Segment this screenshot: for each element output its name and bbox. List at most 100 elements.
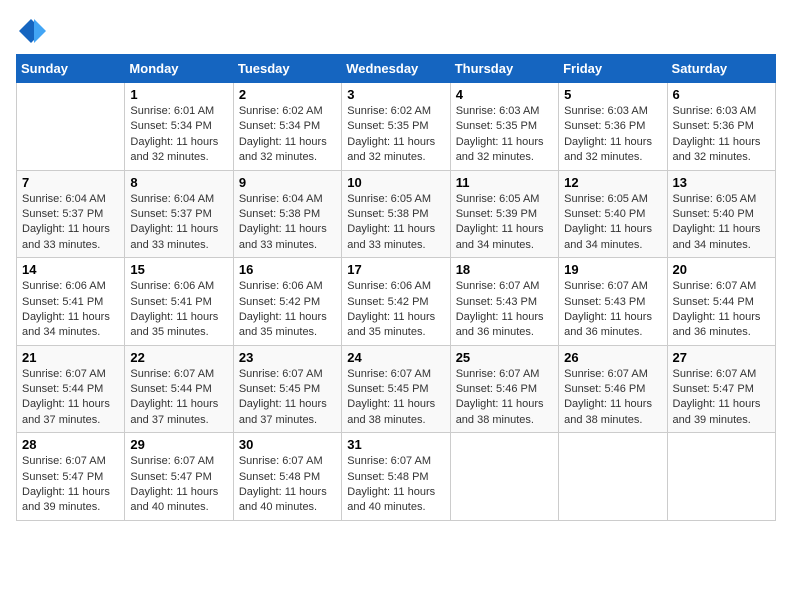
calendar-cell: 27 Sunrise: 6:07 AM Sunset: 5:47 PM Dayl… (667, 345, 775, 433)
day-number: 8 (130, 175, 227, 190)
calendar-cell: 17 Sunrise: 6:06 AM Sunset: 5:42 PM Dayl… (342, 258, 450, 346)
day-number: 17 (347, 262, 444, 277)
calendar-cell: 12 Sunrise: 6:05 AM Sunset: 5:40 PM Dayl… (559, 170, 667, 258)
day-info: Sunrise: 6:06 AM Sunset: 5:42 PM Dayligh… (239, 279, 336, 341)
calendar-cell: 24 Sunrise: 6:07 AM Sunset: 5:45 PM Dayl… (342, 345, 450, 433)
day-info: Sunrise: 6:07 AM Sunset: 5:47 PM Dayligh… (673, 367, 770, 429)
calendar-cell (17, 83, 125, 171)
calendar-cell: 13 Sunrise: 6:05 AM Sunset: 5:40 PM Dayl… (667, 170, 775, 258)
logo-icon (16, 16, 46, 46)
day-info: Sunrise: 6:02 AM Sunset: 5:35 PM Dayligh… (347, 104, 444, 166)
day-info: Sunrise: 6:02 AM Sunset: 5:34 PM Dayligh… (239, 104, 336, 166)
day-number: 11 (456, 175, 553, 190)
calendar-body: 1 Sunrise: 6:01 AM Sunset: 5:34 PM Dayli… (17, 83, 776, 521)
calendar-cell: 31 Sunrise: 6:07 AM Sunset: 5:48 PM Dayl… (342, 433, 450, 521)
day-info: Sunrise: 6:07 AM Sunset: 5:47 PM Dayligh… (22, 454, 119, 516)
day-number: 18 (456, 262, 553, 277)
calendar-cell: 15 Sunrise: 6:06 AM Sunset: 5:41 PM Dayl… (125, 258, 233, 346)
day-number: 25 (456, 350, 553, 365)
day-info: Sunrise: 6:04 AM Sunset: 5:38 PM Dayligh… (239, 192, 336, 254)
day-info: Sunrise: 6:06 AM Sunset: 5:41 PM Dayligh… (130, 279, 227, 341)
day-number: 2 (239, 87, 336, 102)
day-info: Sunrise: 6:07 AM Sunset: 5:44 PM Dayligh… (673, 279, 770, 341)
calendar-cell: 20 Sunrise: 6:07 AM Sunset: 5:44 PM Dayl… (667, 258, 775, 346)
calendar-cell (559, 433, 667, 521)
day-number: 27 (673, 350, 770, 365)
day-info: Sunrise: 6:07 AM Sunset: 5:46 PM Dayligh… (564, 367, 661, 429)
day-info: Sunrise: 6:07 AM Sunset: 5:46 PM Dayligh… (456, 367, 553, 429)
day-number: 3 (347, 87, 444, 102)
day-info: Sunrise: 6:06 AM Sunset: 5:41 PM Dayligh… (22, 279, 119, 341)
day-number: 5 (564, 87, 661, 102)
day-number: 14 (22, 262, 119, 277)
page-header (16, 16, 776, 46)
calendar-cell (450, 433, 558, 521)
day-number: 10 (347, 175, 444, 190)
day-number: 4 (456, 87, 553, 102)
calendar-cell: 1 Sunrise: 6:01 AM Sunset: 5:34 PM Dayli… (125, 83, 233, 171)
day-info: Sunrise: 6:07 AM Sunset: 5:47 PM Dayligh… (130, 454, 227, 516)
day-number: 21 (22, 350, 119, 365)
weekday-header-row: SundayMondayTuesdayWednesdayThursdayFrid… (17, 55, 776, 83)
calendar-cell: 7 Sunrise: 6:04 AM Sunset: 5:37 PM Dayli… (17, 170, 125, 258)
calendar-cell: 28 Sunrise: 6:07 AM Sunset: 5:47 PM Dayl… (17, 433, 125, 521)
calendar-cell: 11 Sunrise: 6:05 AM Sunset: 5:39 PM Dayl… (450, 170, 558, 258)
calendar-cell: 26 Sunrise: 6:07 AM Sunset: 5:46 PM Dayl… (559, 345, 667, 433)
calendar-cell: 21 Sunrise: 6:07 AM Sunset: 5:44 PM Dayl… (17, 345, 125, 433)
weekday-header-saturday: Saturday (667, 55, 775, 83)
calendar-table: SundayMondayTuesdayWednesdayThursdayFrid… (16, 54, 776, 521)
week-row-2: 7 Sunrise: 6:04 AM Sunset: 5:37 PM Dayli… (17, 170, 776, 258)
week-row-3: 14 Sunrise: 6:06 AM Sunset: 5:41 PM Dayl… (17, 258, 776, 346)
weekday-header-sunday: Sunday (17, 55, 125, 83)
day-number: 26 (564, 350, 661, 365)
day-info: Sunrise: 6:04 AM Sunset: 5:37 PM Dayligh… (130, 192, 227, 254)
day-info: Sunrise: 6:01 AM Sunset: 5:34 PM Dayligh… (130, 104, 227, 166)
weekday-header-wednesday: Wednesday (342, 55, 450, 83)
day-number: 13 (673, 175, 770, 190)
calendar-cell: 2 Sunrise: 6:02 AM Sunset: 5:34 PM Dayli… (233, 83, 341, 171)
day-number: 7 (22, 175, 119, 190)
calendar-cell: 8 Sunrise: 6:04 AM Sunset: 5:37 PM Dayli… (125, 170, 233, 258)
day-info: Sunrise: 6:05 AM Sunset: 5:40 PM Dayligh… (673, 192, 770, 254)
day-number: 23 (239, 350, 336, 365)
day-number: 22 (130, 350, 227, 365)
day-info: Sunrise: 6:07 AM Sunset: 5:48 PM Dayligh… (347, 454, 444, 516)
day-info: Sunrise: 6:05 AM Sunset: 5:40 PM Dayligh… (564, 192, 661, 254)
logo (16, 16, 50, 46)
day-number: 30 (239, 437, 336, 452)
day-number: 12 (564, 175, 661, 190)
day-number: 31 (347, 437, 444, 452)
calendar-cell (667, 433, 775, 521)
day-info: Sunrise: 6:07 AM Sunset: 5:48 PM Dayligh… (239, 454, 336, 516)
day-number: 6 (673, 87, 770, 102)
day-number: 20 (673, 262, 770, 277)
calendar-cell: 18 Sunrise: 6:07 AM Sunset: 5:43 PM Dayl… (450, 258, 558, 346)
day-number: 1 (130, 87, 227, 102)
calendar-cell: 4 Sunrise: 6:03 AM Sunset: 5:35 PM Dayli… (450, 83, 558, 171)
day-info: Sunrise: 6:07 AM Sunset: 5:43 PM Dayligh… (456, 279, 553, 341)
day-info: Sunrise: 6:05 AM Sunset: 5:39 PM Dayligh… (456, 192, 553, 254)
day-number: 28 (22, 437, 119, 452)
day-info: Sunrise: 6:07 AM Sunset: 5:45 PM Dayligh… (347, 367, 444, 429)
week-row-5: 28 Sunrise: 6:07 AM Sunset: 5:47 PM Dayl… (17, 433, 776, 521)
calendar-cell: 25 Sunrise: 6:07 AM Sunset: 5:46 PM Dayl… (450, 345, 558, 433)
calendar-cell: 19 Sunrise: 6:07 AM Sunset: 5:43 PM Dayl… (559, 258, 667, 346)
calendar-cell: 5 Sunrise: 6:03 AM Sunset: 5:36 PM Dayli… (559, 83, 667, 171)
day-number: 16 (239, 262, 336, 277)
day-number: 15 (130, 262, 227, 277)
day-info: Sunrise: 6:06 AM Sunset: 5:42 PM Dayligh… (347, 279, 444, 341)
weekday-header-tuesday: Tuesday (233, 55, 341, 83)
weekday-header-friday: Friday (559, 55, 667, 83)
calendar-cell: 16 Sunrise: 6:06 AM Sunset: 5:42 PM Dayl… (233, 258, 341, 346)
calendar-cell: 29 Sunrise: 6:07 AM Sunset: 5:47 PM Dayl… (125, 433, 233, 521)
day-info: Sunrise: 6:07 AM Sunset: 5:45 PM Dayligh… (239, 367, 336, 429)
calendar-cell: 23 Sunrise: 6:07 AM Sunset: 5:45 PM Dayl… (233, 345, 341, 433)
calendar-cell: 3 Sunrise: 6:02 AM Sunset: 5:35 PM Dayli… (342, 83, 450, 171)
calendar-cell: 10 Sunrise: 6:05 AM Sunset: 5:38 PM Dayl… (342, 170, 450, 258)
day-info: Sunrise: 6:07 AM Sunset: 5:43 PM Dayligh… (564, 279, 661, 341)
calendar-cell: 9 Sunrise: 6:04 AM Sunset: 5:38 PM Dayli… (233, 170, 341, 258)
calendar-cell: 22 Sunrise: 6:07 AM Sunset: 5:44 PM Dayl… (125, 345, 233, 433)
calendar-cell: 30 Sunrise: 6:07 AM Sunset: 5:48 PM Dayl… (233, 433, 341, 521)
day-info: Sunrise: 6:05 AM Sunset: 5:38 PM Dayligh… (347, 192, 444, 254)
day-info: Sunrise: 6:07 AM Sunset: 5:44 PM Dayligh… (130, 367, 227, 429)
